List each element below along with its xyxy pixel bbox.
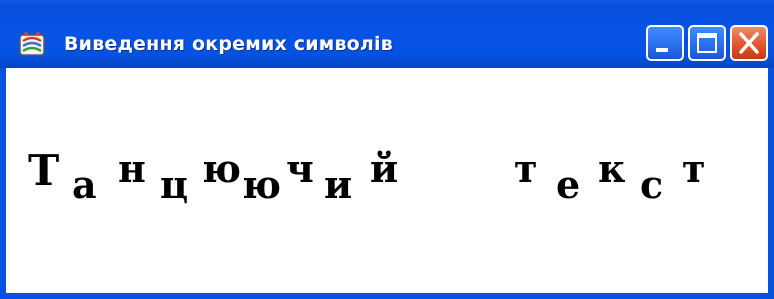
title-bar[interactable]: Виведення окремих символів (0, 0, 774, 68)
dancing-glyph: Т (28, 146, 60, 195)
maximize-button[interactable] (688, 25, 726, 61)
dancing-glyph: к (598, 146, 626, 191)
close-icon (739, 32, 759, 54)
app-icon[interactable] (17, 31, 47, 59)
dancing-glyph: ц (160, 162, 189, 207)
close-button[interactable] (730, 25, 768, 61)
dancing-glyph: ю (242, 162, 281, 207)
dancing-glyph: н (118, 146, 146, 191)
dancing-glyph: с (640, 162, 664, 207)
minimize-icon (656, 48, 668, 52)
dancing-glyph: е (556, 162, 581, 207)
client-area: Танцюючийтекст (6, 68, 768, 293)
dancing-glyph: и (324, 162, 353, 207)
window-title: Виведення окремих символів (64, 33, 393, 55)
window-frame-right (768, 68, 774, 299)
window-frame-bottom (0, 293, 774, 299)
dancing-glyph: а (72, 162, 97, 207)
minimize-button[interactable] (646, 25, 684, 61)
dancing-glyph: ч (286, 146, 314, 191)
maximize-icon (697, 33, 717, 53)
dancing-glyph: й (370, 146, 399, 191)
dancing-glyph: т (514, 146, 538, 191)
dancing-glyph: т (682, 146, 706, 191)
app-window: Виведення окремих символів Танцюючийтекс… (0, 0, 774, 299)
dancing-glyph: ю (202, 146, 241, 191)
